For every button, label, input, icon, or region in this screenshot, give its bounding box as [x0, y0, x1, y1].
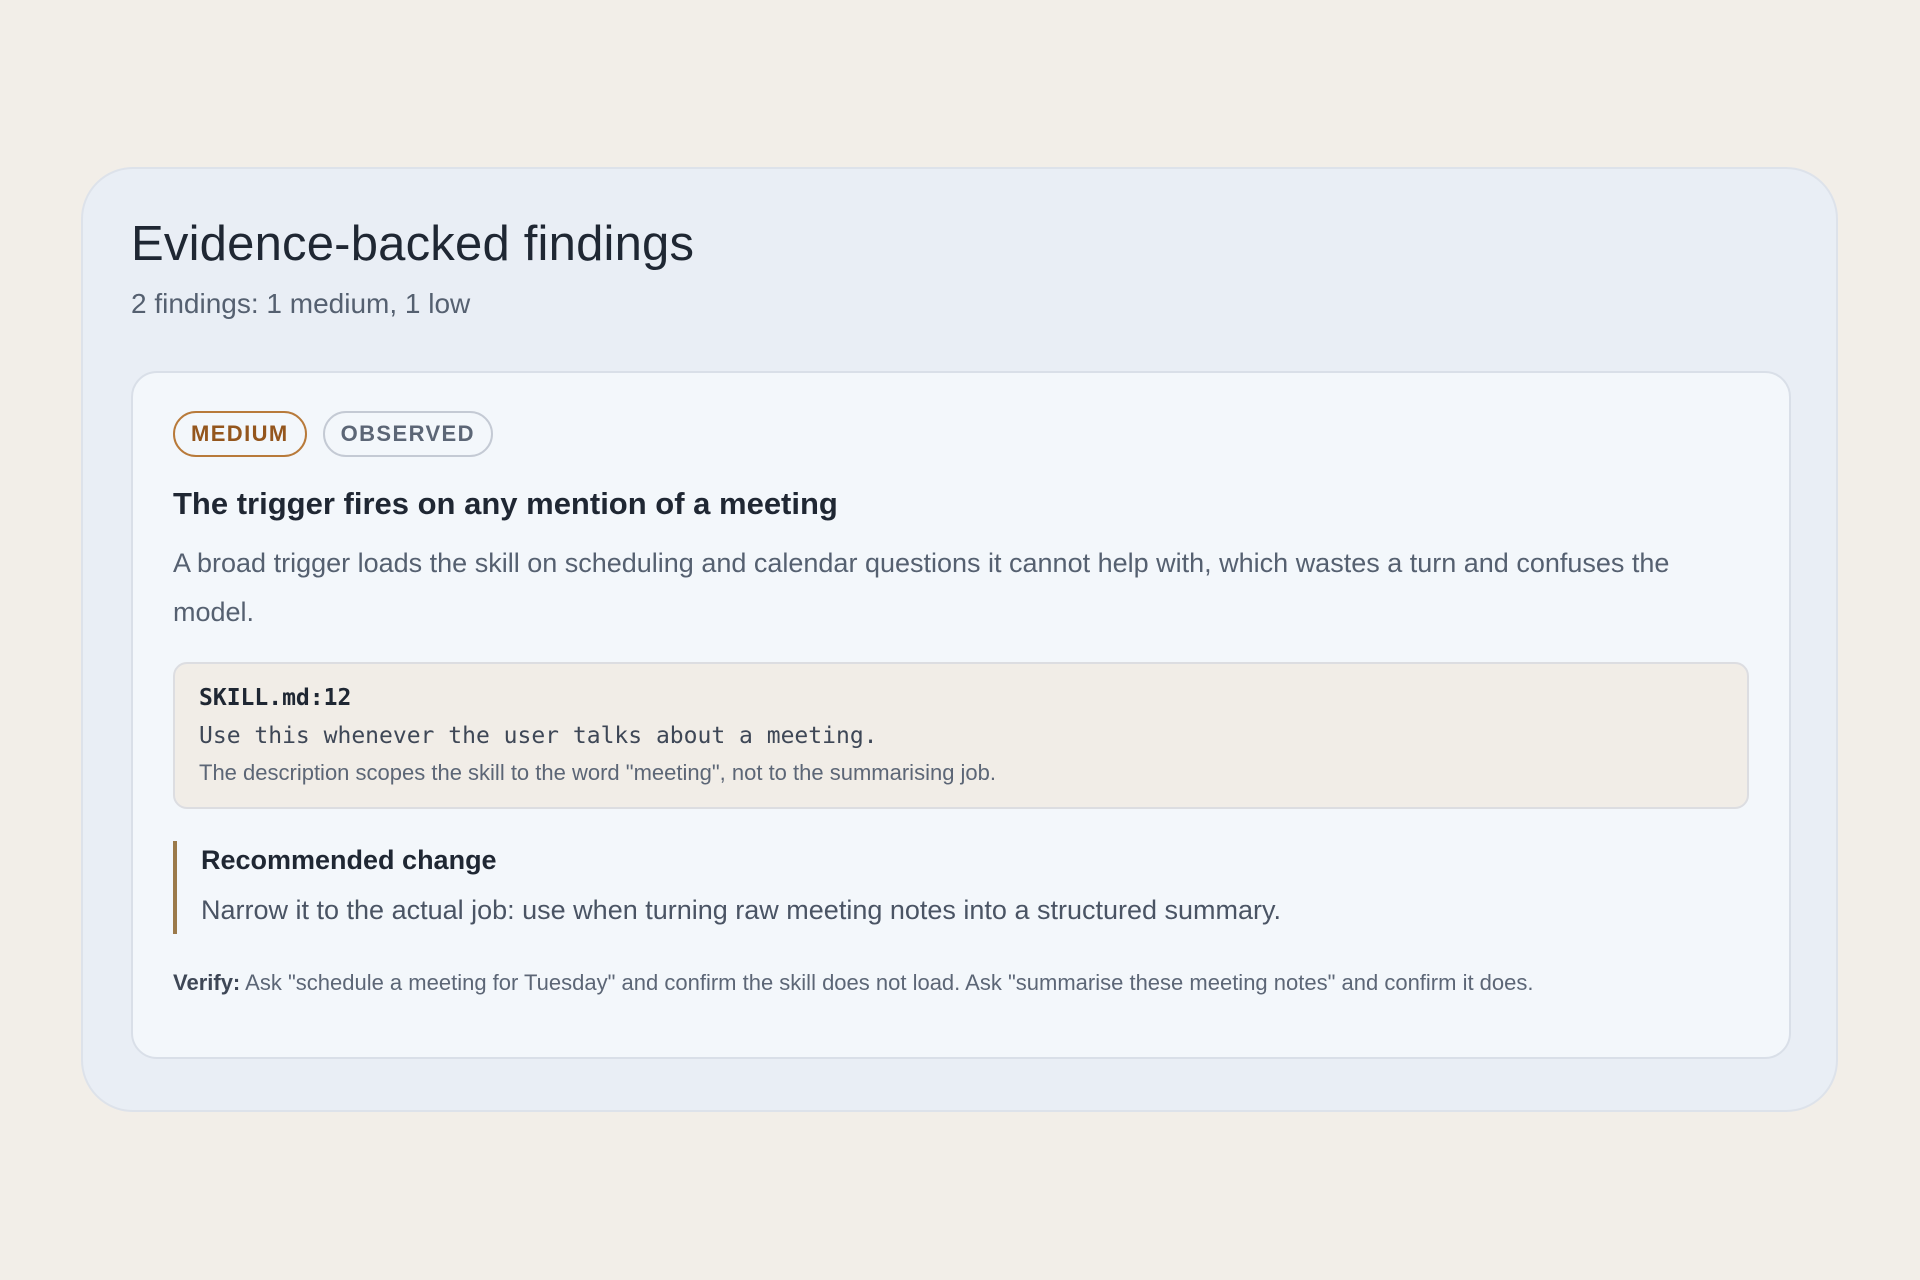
status-badge: OBSERVED — [322, 410, 493, 457]
evidence-reference: SKILL.md:12 — [199, 684, 352, 711]
finding-title: The trigger fires on any mention of a me… — [173, 485, 838, 521]
finding-badges: MEDIUM OBSERVED — [173, 410, 1749, 457]
severity-badge: MEDIUM — [173, 410, 307, 457]
evidence-quote: Use this whenever the user talks about a… — [199, 722, 878, 749]
finding-card: MEDIUM OBSERVED The trigger fires on any… — [131, 370, 1791, 1059]
verify-text: Ask "schedule a meeting for Tuesday" and… — [240, 970, 1534, 996]
evidence-block: SKILL.md:12 Use this whenever the user t… — [173, 661, 1749, 809]
finding-description: A broad trigger loads the skill on sched… — [173, 548, 1670, 627]
findings-summary: 2 findings: 1 medium, 1 low — [131, 288, 471, 320]
verify-label: Verify: — [173, 970, 241, 996]
recommended-change-title: Recommended change — [201, 844, 497, 875]
findings-panel: Evidence-backed findings 2 findings: 1 m… — [81, 167, 1838, 1112]
verify-instructions: Verify: Ask "schedule a meeting for Tues… — [173, 968, 1749, 999]
section-title: Evidence-backed findings — [131, 217, 695, 271]
recommended-change-text: Narrow it to the actual job: use when tu… — [201, 894, 1282, 925]
page: Evidence-backed findings 2 findings: 1 m… — [0, 0, 1920, 1280]
evidence-note: The description scopes the skill to the … — [199, 759, 997, 785]
recommended-change: Recommended change Narrow it to the actu… — [173, 840, 1749, 935]
